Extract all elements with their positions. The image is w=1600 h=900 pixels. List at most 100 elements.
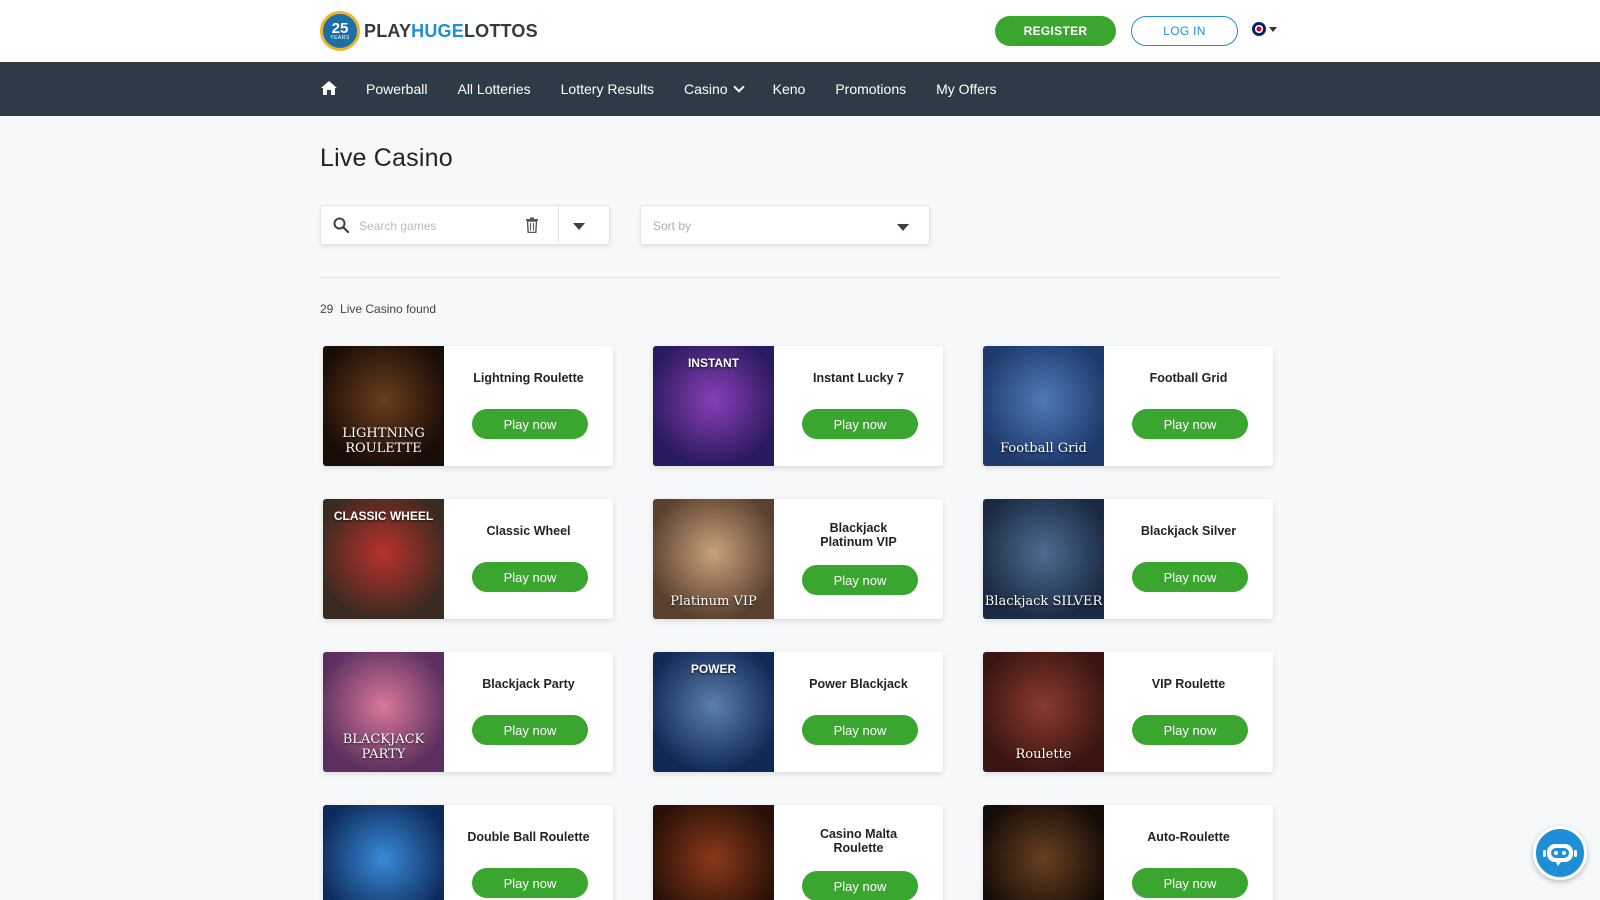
site-logo[interactable]: 25 YEARS PLAYHUGELOTTOS — [320, 10, 538, 52]
game-title: Lightning Roulette — [473, 371, 584, 385]
game-card-power-blackjack[interactable]: POWER Power Blackjack Play now — [653, 652, 943, 772]
game-title: Classic Wheel — [486, 524, 571, 538]
page-title: Live Casino — [320, 144, 453, 172]
game-card-body: Classic Wheel Play now — [444, 499, 613, 619]
game-card-body: Blackjack Silver Play now — [1104, 499, 1273, 619]
trash-icon[interactable] — [525, 217, 541, 234]
thumbnail-text: LIGHTNING ROULETTE — [342, 426, 425, 456]
game-title: VIP Roulette — [1151, 677, 1226, 691]
game-card-body: Lightning Roulette Play now — [444, 346, 613, 466]
game-thumbnail[interactable]: Platinum VIP — [653, 499, 774, 619]
game-card-body: Blackjack Platinum VIP Play now — [774, 499, 943, 619]
nav-powerball[interactable]: Powerball — [366, 81, 427, 97]
nav-casino[interactable]: Casino — [684, 80, 745, 97]
game-thumbnail[interactable]: DOUBLE BALL — [323, 805, 444, 900]
game-card-instant-lucky-7[interactable]: INSTANT Instant Lucky 7 Play now — [653, 346, 943, 466]
game-card-body: Football Grid Play now — [1104, 346, 1273, 466]
search-input[interactable] — [359, 215, 509, 237]
sort-placeholder: Sort by — [653, 219, 692, 233]
thumbnail-text: Football Grid — [1000, 441, 1087, 456]
search-icon[interactable] — [333, 217, 350, 234]
game-title: Double Ball Roulette — [467, 830, 590, 844]
game-title: Casino Malta Roulette — [819, 827, 898, 855]
anniversary-badge-icon: 25 YEARS — [320, 11, 360, 51]
thumbnail-top-text: INSTANT — [687, 356, 740, 370]
play-now-button[interactable]: Play now — [472, 868, 588, 898]
play-now-button[interactable]: Play now — [802, 409, 918, 439]
game-card-body: Blackjack Party Play now — [444, 652, 613, 772]
language-selector[interactable] — [1252, 22, 1277, 36]
chevron-down-icon — [732, 80, 745, 93]
uk-flag-icon — [1252, 22, 1266, 36]
game-title: Power Blackjack — [809, 677, 908, 691]
play-now-button[interactable]: Play now — [1132, 868, 1248, 898]
game-thumbnail[interactable]: INSTANT — [653, 346, 774, 466]
game-title: Instant Lucky 7 — [813, 371, 904, 385]
home-icon[interactable] — [320, 80, 338, 98]
game-thumbnail[interactable] — [653, 805, 774, 900]
game-thumbnail[interactable]: CLASSIC WHEEL — [323, 499, 444, 619]
game-thumbnail[interactable]: Football Grid — [983, 346, 1104, 466]
main-navigation: Powerball All Lotteries Lottery Results … — [0, 62, 1600, 116]
chatbot-icon[interactable] — [1533, 826, 1587, 880]
play-now-button[interactable]: Play now — [472, 409, 588, 439]
results-count: 29 Live Casino found — [320, 302, 437, 316]
nav-keno[interactable]: Keno — [773, 81, 806, 97]
game-card-body: Auto-Roulette Play now — [1104, 805, 1273, 900]
play-now-button[interactable]: Play now — [802, 871, 918, 900]
game-card-double-ball-roulette[interactable]: DOUBLE BALL Double Ball Roulette Play now — [323, 805, 613, 900]
section-divider — [320, 277, 1280, 278]
nav-all-lotteries[interactable]: All Lotteries — [457, 81, 530, 97]
game-card-lightning-roulette[interactable]: LIGHTNING ROULETTE Lightning Roulette Play… — [323, 346, 613, 466]
search-box — [320, 205, 610, 245]
game-card-body: Double Ball Roulette Play now — [444, 805, 613, 900]
play-now-button[interactable]: Play now — [1132, 715, 1248, 745]
nav-lottery-results[interactable]: Lottery Results — [561, 81, 654, 97]
register-button[interactable]: REGISTER — [995, 16, 1116, 46]
play-now-button[interactable]: Play now — [802, 715, 918, 745]
game-thumbnail[interactable]: POWER — [653, 652, 774, 772]
login-button[interactable]: LOG IN — [1131, 16, 1238, 46]
game-card-blackjack-party[interactable]: BLACKJACK PARTY Blackjack Party Play now — [323, 652, 613, 772]
filter-dropdown-icon[interactable] — [573, 223, 585, 230]
caret-down-icon — [1269, 26, 1277, 32]
search-divider — [558, 206, 559, 244]
thumbnail-top-text: CLASSIC WHEEL — [333, 509, 434, 523]
play-now-button[interactable]: Play now — [1132, 562, 1248, 592]
game-card-blackjack-silver[interactable]: Blackjack SILVER Blackjack Silver Play now — [983, 499, 1273, 619]
logo-text: PLAYHUGELOTTOS — [364, 20, 538, 41]
game-card-classic-wheel[interactable]: CLASSIC WHEEL Classic Wheel Play now — [323, 499, 613, 619]
game-title: Blackjack Silver — [1140, 524, 1237, 538]
play-now-button[interactable]: Play now — [472, 562, 588, 592]
game-title: Blackjack Platinum VIP — [820, 521, 897, 549]
game-card-body: VIP Roulette Play now — [1104, 652, 1273, 772]
game-thumbnail[interactable]: Blackjack SILVER — [983, 499, 1104, 619]
play-now-button[interactable]: Play now — [802, 565, 918, 595]
game-card-body: Power Blackjack Play now — [774, 652, 943, 772]
play-now-button[interactable]: Play now — [1132, 409, 1248, 439]
thumbnail-text: Roulette — [1015, 747, 1072, 762]
game-card-blackjack-platinum-vip[interactable]: Platinum VIP Blackjack Platinum VIP Play n… — [653, 499, 943, 619]
game-card-body: Instant Lucky 7 Play now — [774, 346, 943, 466]
game-thumbnail[interactable] — [983, 805, 1104, 900]
game-thumbnail[interactable]: BLACKJACK PARTY — [323, 652, 444, 772]
thumbnail-top-text: POWER — [690, 662, 737, 676]
top-header: 25 YEARS PLAYHUGELOTTOS REGISTER LOG IN — [0, 0, 1600, 62]
nav-my-offers[interactable]: My Offers — [936, 81, 996, 97]
game-title: Auto-Roulette — [1147, 830, 1230, 844]
game-thumbnail[interactable]: LIGHTNING ROULETTE — [323, 346, 444, 466]
thumbnail-text: Blackjack SILVER — [984, 594, 1103, 609]
game-card-casino-malta-roulette[interactable]: Casino Malta Roulette Play now — [653, 805, 943, 900]
thumbnail-text: Platinum VIP — [670, 594, 757, 609]
game-title: Blackjack Party — [482, 677, 575, 691]
game-title: Football Grid — [1149, 371, 1228, 385]
game-card-football-grid[interactable]: Football Grid Football Grid Play now — [983, 346, 1273, 466]
game-thumbnail[interactable]: Roulette — [983, 652, 1104, 772]
game-card-vip-roulette[interactable]: Roulette VIP Roulette Play now — [983, 652, 1273, 772]
game-card-body: Casino Malta Roulette Play now — [774, 805, 943, 900]
sort-select[interactable]: Sort by — [640, 205, 930, 245]
nav-promotions[interactable]: Promotions — [835, 81, 906, 97]
play-now-button[interactable]: Play now — [472, 715, 588, 745]
thumbnail-text: BLACKJACK PARTY — [342, 732, 425, 762]
game-card-auto-roulette[interactable]: Auto-Roulette Play now — [983, 805, 1273, 900]
